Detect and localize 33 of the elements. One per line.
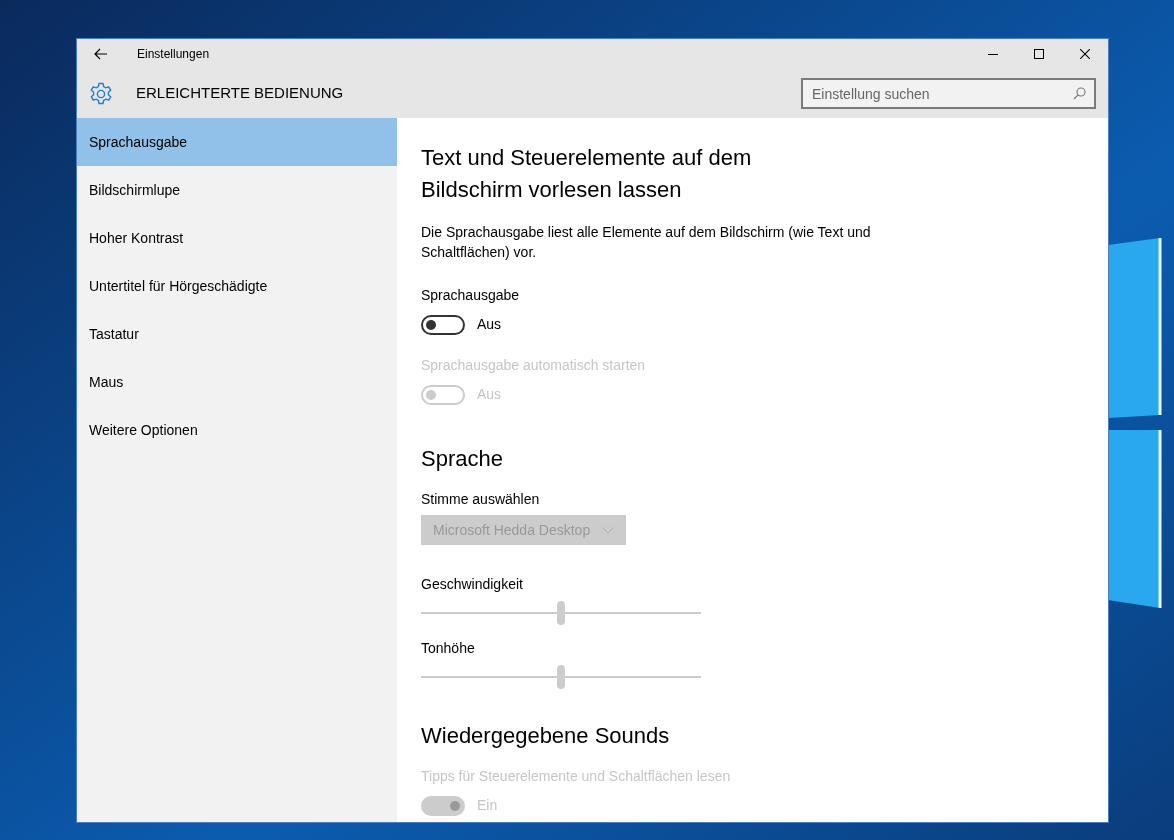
- slider-track[interactable]: [421, 665, 701, 689]
- search-icon: [1073, 87, 1086, 100]
- toggle-state-text: Ein: [477, 796, 498, 815]
- toggle-switch[interactable]: [421, 314, 465, 335]
- sidebar-item[interactable]: Sprachausgabe: [77, 118, 397, 166]
- setting-label: Tipps für Steuerelemente und Schaltflächen lesen: [421, 767, 731, 786]
- page-title: ERLEICHTERTE BEDIENUNG: [136, 83, 344, 104]
- setting-label: Sprachausgabe automatisch starten: [421, 356, 646, 375]
- sidebar-item[interactable]: Bildschirmlupe: [77, 166, 397, 214]
- gear-icon: [89, 81, 113, 106]
- close-icon: [1080, 49, 1090, 59]
- sidebar-item[interactable]: Maus: [77, 358, 397, 406]
- sidebar-item[interactable]: Hoher Kontrast: [77, 214, 397, 262]
- back-arrow-icon: [94, 48, 108, 60]
- search-field[interactable]: Einstellung suchen: [801, 78, 1096, 109]
- chevron-down-icon: [602, 526, 615, 534]
- description-text: Die Sprachausgabe liest alle Elemente auf dem Bildschirm (wie Text und Schaltflächen) vor.: [421, 223, 872, 262]
- window-title: Einstellungen: [137, 46, 210, 63]
- minimize-icon: [988, 53, 998, 55]
- slider-track[interactable]: [421, 601, 701, 625]
- setting-label: Geschwindigkeit: [421, 575, 523, 594]
- setting-label: Tonhöhe: [421, 639, 475, 658]
- maximize-icon: [1034, 49, 1044, 59]
- section-heading: Text und Steuerelemente auf dem Bildschirm vorlesen lassen: [421, 144, 753, 204]
- sidebar-item[interactable]: Untertitel für Hörgeschädigte: [77, 262, 397, 310]
- sidebar-item[interactable]: Tastatur: [77, 310, 397, 358]
- section-heading: Wiedergegebene Sounds: [421, 722, 670, 750]
- section-heading: Sprache: [421, 445, 503, 473]
- sidebar-item[interactable]: Weitere Optionen: [77, 406, 397, 454]
- toggle-state-text: Aus: [477, 315, 502, 334]
- setting-label: Sprachausgabe: [421, 286, 520, 305]
- toggle-state-text: Aus: [477, 385, 502, 404]
- setting-label: Stimme auswählen: [421, 490, 540, 509]
